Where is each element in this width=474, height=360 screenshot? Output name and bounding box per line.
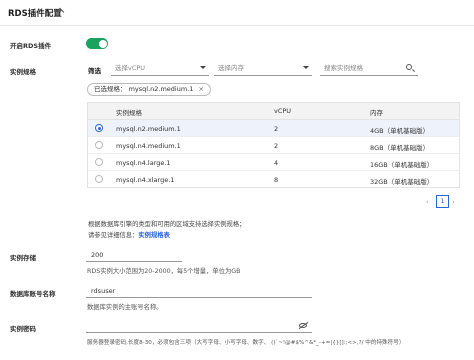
password-label: 实例密码 xyxy=(10,325,36,333)
spec-table-link[interactable]: 实例规格表 xyxy=(138,232,169,239)
next-page-button[interactable]: › xyxy=(452,198,455,206)
radio[interactable] xyxy=(95,141,103,149)
enable-toggle[interactable] xyxy=(86,38,108,49)
account-value: rdsuser xyxy=(91,287,116,295)
vcpu-select[interactable]: 选择vCPU xyxy=(111,62,209,76)
row-vcpu: 2 xyxy=(274,142,279,150)
row-memory: 32GB（单机基础版） xyxy=(370,178,434,186)
spec-note-prefix: 请参见详细信息： xyxy=(88,232,139,239)
filter-label: 筛选 xyxy=(88,67,101,75)
close-icon[interactable]: × xyxy=(198,85,203,93)
table-row[interactable]: mysql.n4.large.1 4 16GB（单机基础版） xyxy=(88,154,459,171)
section-header[interactable]: RDS插件配置 xyxy=(0,0,474,26)
radio-selected[interactable] xyxy=(95,124,103,132)
password-hint: 服务器登录密码,长度8-30，必须包含三项（大写字母、小写字母、数字、 ()`~… xyxy=(87,340,405,346)
caret-down-icon xyxy=(303,66,309,69)
row-memory: 16GB（单机基础版） xyxy=(370,161,434,169)
account-input[interactable]: rdsuser xyxy=(86,285,312,298)
spec-table: 实例规格 vCPU 内存 mysql.n2.medium.1 2 4GB（单机基… xyxy=(87,102,460,188)
spec-search-input[interactable]: 搜索实例规格 xyxy=(320,62,418,76)
col-vcpu: vCPU xyxy=(274,107,292,115)
row-vcpu: 4 xyxy=(274,159,279,167)
col-spec: 实例规格 xyxy=(116,109,142,117)
row-spec: mysql.n4.xlarge.1 xyxy=(116,176,175,184)
storage-hint: RDS实例大小范围为20-2000，每5个增量，单位为GB xyxy=(87,268,241,275)
memory-placeholder: 选择内存 xyxy=(218,64,244,72)
section-title: RDS插件配置 xyxy=(8,9,62,19)
page-1-button[interactable]: 1 xyxy=(436,195,449,208)
table-row[interactable]: mysql.n4.medium.1 2 8GB（单机基础版） xyxy=(88,137,459,154)
spec-note-2: 请参见详细信息：实例规格表 xyxy=(88,230,170,239)
memory-select[interactable]: 选择内存 xyxy=(214,62,312,76)
col-memory: 内存 xyxy=(370,109,383,117)
account-hint: 数据库实例的主账号名称。 xyxy=(87,304,163,311)
radio[interactable] xyxy=(95,158,103,166)
table-row[interactable]: mysql.n2.medium.1 2 4GB（单机基础版） xyxy=(88,120,459,137)
storage-value: 200 xyxy=(91,251,104,259)
storage-input[interactable]: 200 xyxy=(86,249,182,262)
row-vcpu: 8 xyxy=(274,176,279,184)
storage-label: 实例存储 xyxy=(10,254,36,262)
row-memory: 4GB（单机基础版） xyxy=(370,127,430,135)
account-label: 数据库账号名称 xyxy=(10,290,56,298)
selected-spec-chip: 已选规格： mysql.n2.medium.1 × xyxy=(87,83,211,96)
eye-off-icon[interactable] xyxy=(299,323,307,328)
password-input[interactable] xyxy=(86,320,312,333)
chip-label: 已选规格： mysql.n2.medium.1 xyxy=(94,85,194,93)
search-placeholder: 搜索实例规格 xyxy=(324,64,363,72)
spec-note: 根据数据库引擎的类型和可用的区域支持选择实例规格； xyxy=(88,221,246,228)
row-spec: mysql.n4.large.1 xyxy=(116,159,171,167)
caret-down-icon xyxy=(200,66,206,69)
toggle-knob xyxy=(98,39,107,48)
spec-label: 实例规格 xyxy=(10,68,36,76)
search-icon[interactable] xyxy=(406,64,412,70)
row-spec: mysql.n4.medium.1 xyxy=(116,142,181,150)
row-spec: mysql.n2.medium.1 xyxy=(116,125,181,133)
table-header: 实例规格 vCPU 内存 xyxy=(88,103,459,120)
row-memory: 8GB（单机基础版） xyxy=(370,144,430,152)
radio[interactable] xyxy=(95,175,103,183)
prev-page-button[interactable]: ‹ xyxy=(426,198,434,206)
vcpu-placeholder: 选择vCPU xyxy=(115,64,146,72)
row-vcpu: 2 xyxy=(274,125,279,133)
table-row[interactable]: mysql.n4.xlarge.1 8 32GB（单机基础版） xyxy=(88,171,459,188)
enable-label: 开启RDS插件 xyxy=(10,42,52,50)
